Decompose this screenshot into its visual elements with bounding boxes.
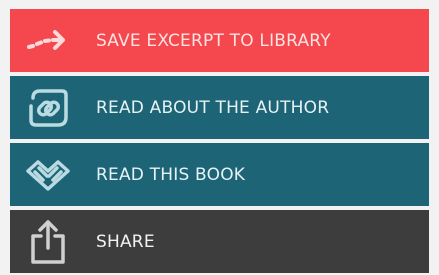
open-book-icon <box>24 151 72 199</box>
share-upload-icon <box>24 218 72 266</box>
save-excerpt-button[interactable]: SAVE EXCERPT TO LIBRARY <box>10 9 429 72</box>
dashed-arrow-right-icon <box>24 17 72 65</box>
share-button[interactable]: SHARE <box>10 210 429 273</box>
read-about-author-label: READ ABOUT THE AUTHOR <box>96 97 330 118</box>
read-about-author-button[interactable]: READ ABOUT THE AUTHOR <box>10 76 429 139</box>
link-box-icon <box>24 84 72 132</box>
read-this-book-label: READ THIS BOOK <box>96 164 246 185</box>
read-this-book-button[interactable]: READ THIS BOOK <box>10 143 429 206</box>
save-excerpt-label: SAVE EXCERPT TO LIBRARY <box>96 30 331 51</box>
share-label: SHARE <box>96 231 155 252</box>
action-menu: SAVE EXCERPT TO LIBRARY READ ABOUT THE A… <box>0 0 439 275</box>
